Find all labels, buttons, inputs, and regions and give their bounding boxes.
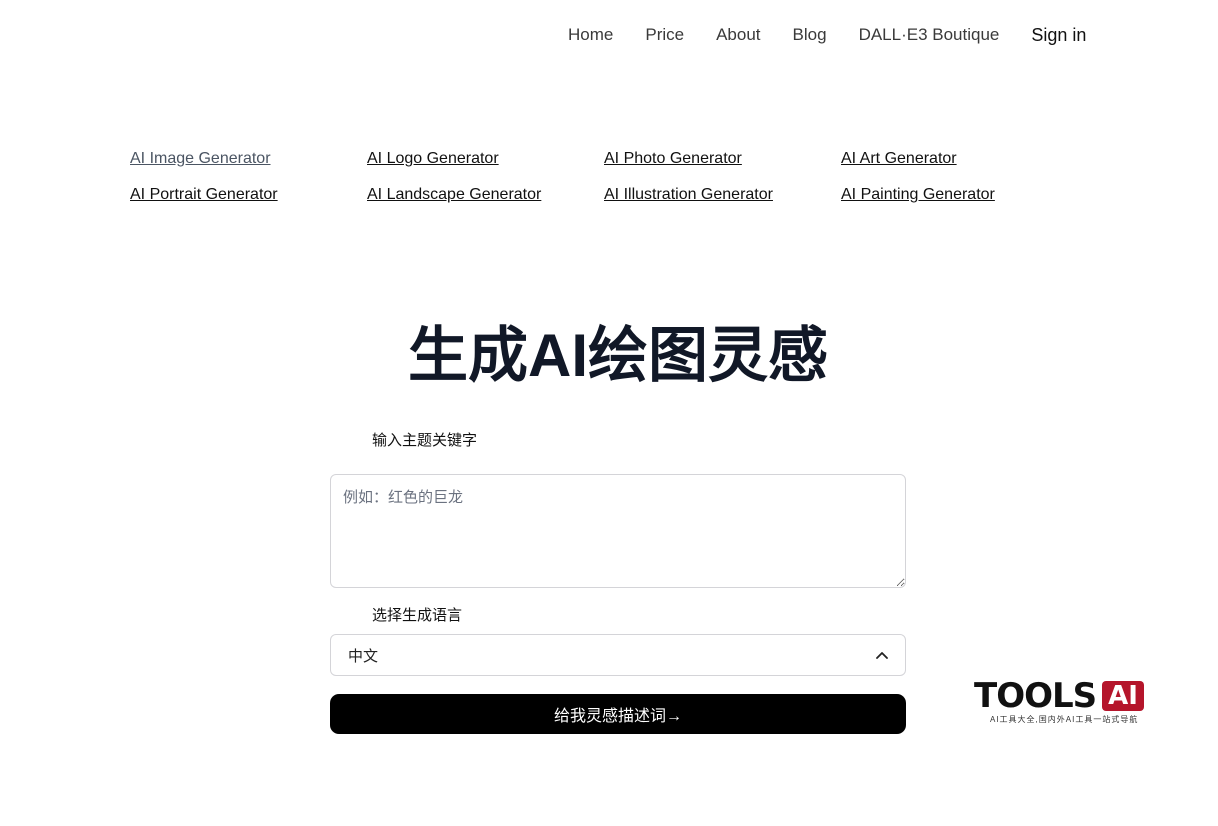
language-select[interactable]: 中文: [330, 634, 906, 676]
ai-portrait-generator-link[interactable]: AI Portrait Generator: [130, 182, 367, 207]
language-label: 选择生成语言: [372, 607, 463, 624]
keyword-input[interactable]: [330, 474, 906, 588]
ai-logo-generator-link[interactable]: AI Logo Generator: [367, 146, 604, 171]
watermark-logo-row: TOOLS AI: [974, 676, 1150, 716]
keyword-label: 输入主题关键字: [372, 432, 478, 449]
tools-ai-watermark: TOOLS AI AI工具大全,国内外AI工具一站式导航: [974, 676, 1150, 725]
ai-art-generator-link[interactable]: AI Art Generator: [841, 146, 1078, 171]
ai-image-generator-link[interactable]: AI Image Generator: [130, 146, 367, 171]
watermark-tagline: AI工具大全,国内外AI工具一站式导航: [990, 715, 1139, 724]
nav-about-link[interactable]: About: [716, 22, 760, 48]
chevron-up-icon: [876, 649, 888, 661]
language-select-value: 中文: [348, 647, 379, 665]
watermark-badge: AI: [1102, 681, 1144, 711]
nav-home-link[interactable]: Home: [568, 22, 613, 48]
nav-blog-link[interactable]: Blog: [793, 22, 827, 48]
generator-links: AI Image Generator AI Logo Generator AI …: [130, 146, 1078, 207]
generate-inspiration-button[interactable]: 给我灵感描述词→: [330, 694, 906, 734]
ai-landscape-generator-link[interactable]: AI Landscape Generator: [367, 182, 604, 207]
ai-photo-generator-link[interactable]: AI Photo Generator: [604, 146, 841, 171]
watermark-brand: TOOLS: [974, 676, 1097, 716]
sign-in-link[interactable]: Sign in: [1031, 22, 1086, 48]
nav-dalle-boutique-link[interactable]: DALL·E3 Boutique: [859, 22, 1000, 48]
top-nav: Home Price About Blog DALL·E3 Boutique S…: [568, 22, 1086, 48]
page-title: 生成AI绘图灵感: [408, 322, 828, 389]
ai-illustration-generator-link[interactable]: AI Illustration Generator: [604, 182, 841, 207]
ai-painting-generator-link[interactable]: AI Painting Generator: [841, 182, 1078, 207]
nav-price-link[interactable]: Price: [645, 22, 684, 48]
page: Home Price About Blog DALL·E3 Boutique S…: [0, 0, 1218, 826]
